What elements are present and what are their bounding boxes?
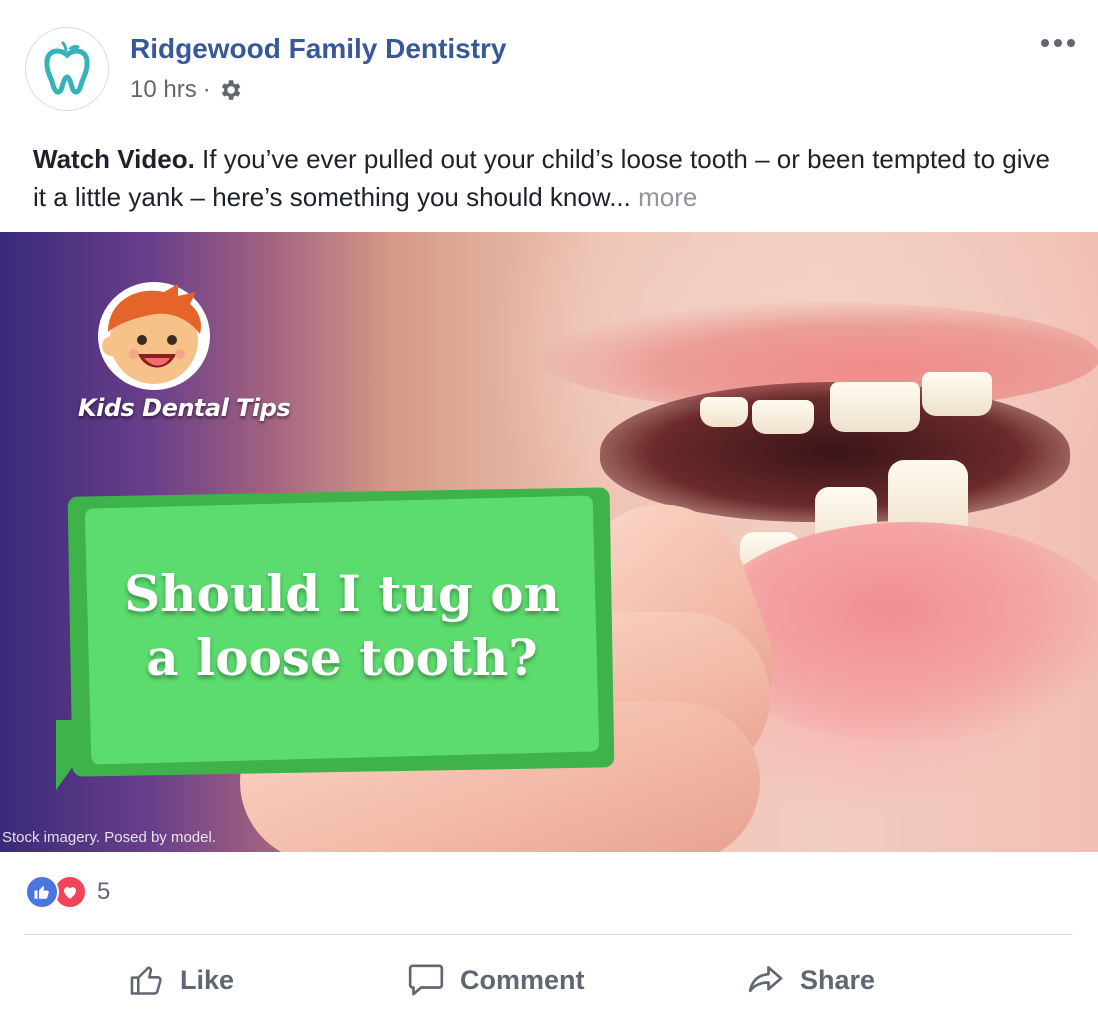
like-button[interactable]: Like: [128, 945, 234, 1015]
tooth: [752, 400, 814, 434]
comment-button[interactable]: Comment: [406, 945, 585, 1015]
caption-bold: Watch Video.: [33, 144, 195, 174]
bubble-line-2: a loose tooth?: [146, 628, 538, 687]
bubble-headline: Should I tug on a loose tooth?: [92, 562, 592, 690]
comment-label: Comment: [460, 964, 585, 995]
post-video-thumbnail[interactable]: Kids Dental Tips Should I tug on a loose…: [0, 232, 1098, 852]
page-name-link[interactable]: Ridgewood Family Dentistry: [130, 33, 507, 65]
tooth: [830, 382, 920, 432]
more-dots-icon: [1041, 39, 1049, 47]
thumbs-up-icon: [130, 966, 162, 995]
page-avatar[interactable]: [25, 27, 109, 111]
stock-imagery-note: Stock imagery. Posed by model.: [2, 829, 216, 846]
tooth: [922, 372, 992, 416]
logo-label: Kids Dental Tips: [78, 394, 291, 422]
reaction-summary[interactable]: 5: [25, 875, 110, 909]
action-divider: [25, 934, 1073, 935]
tooth: [700, 397, 748, 427]
share-arrow-icon: [748, 966, 783, 993]
kid-mascot-logo: [98, 282, 210, 390]
facebook-post: Ridgewood Family Dentistry 10 hrs · Watc…: [0, 0, 1098, 1024]
kid-face-icon: [102, 284, 201, 384]
meta-separator: ·: [202, 76, 211, 103]
post-timestamp[interactable]: 10 hrs: [130, 76, 197, 104]
share-button[interactable]: Share: [746, 945, 875, 1015]
share-label: Share: [800, 964, 876, 995]
post-options-button[interactable]: [1038, 28, 1078, 58]
post-actions-bar: Like Comment Share: [0, 945, 1098, 1015]
post-caption: Watch Video. If you’ve ever pulled out y…: [33, 140, 1063, 216]
bubble-line-1: Should I tug on: [124, 564, 560, 623]
like-label: Like: [180, 964, 235, 995]
see-more-link[interactable]: more: [638, 182, 697, 212]
tooth-logo-icon: [44, 41, 90, 95]
gear-icon[interactable]: [217, 77, 243, 103]
reaction-count: 5: [97, 878, 111, 905]
comment-icon: [408, 964, 444, 996]
like-reaction-icon: [25, 875, 59, 909]
post-meta: 10 hrs ·: [130, 76, 243, 104]
